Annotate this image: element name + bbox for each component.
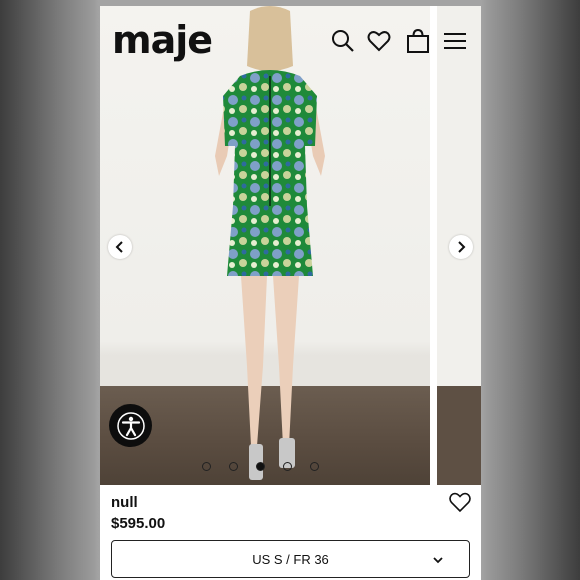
carousel-dot[interactable] [202, 462, 211, 471]
site-header: maje [100, 6, 481, 72]
product-image-carousel[interactable]: maje [100, 6, 481, 485]
chevron-left-icon [115, 241, 123, 253]
maje-logo[interactable]: maje [112, 18, 213, 62]
size-select[interactable]: US S / FR 36 [111, 540, 470, 578]
carousel-dot[interactable] [256, 462, 265, 471]
bag-icon[interactable] [405, 28, 431, 54]
add-to-wishlist-heart-icon[interactable] [448, 490, 472, 514]
carousel-dot[interactable] [229, 462, 238, 471]
product-name: null [111, 494, 138, 511]
chevron-right-icon [458, 241, 466, 253]
heart-icon[interactable] [366, 28, 392, 54]
previous-image-button[interactable] [108, 235, 132, 259]
size-select-value: US S / FR 36 [252, 551, 329, 567]
chevron-down-icon [433, 557, 443, 564]
accessibility-icon [116, 411, 145, 440]
product-price: $595.00 [111, 515, 166, 532]
search-icon[interactable] [330, 28, 356, 54]
carousel-dot[interactable] [310, 462, 319, 471]
carousel-dot[interactable] [283, 462, 292, 471]
menu-icon[interactable] [442, 28, 468, 54]
carousel-pagination [202, 462, 319, 472]
product-page: maje null $595.00 US S / FR 36 [100, 6, 481, 580]
accessibility-button[interactable] [109, 404, 152, 447]
next-image-button[interactable] [449, 235, 473, 259]
product-photo-model [215, 6, 325, 480]
